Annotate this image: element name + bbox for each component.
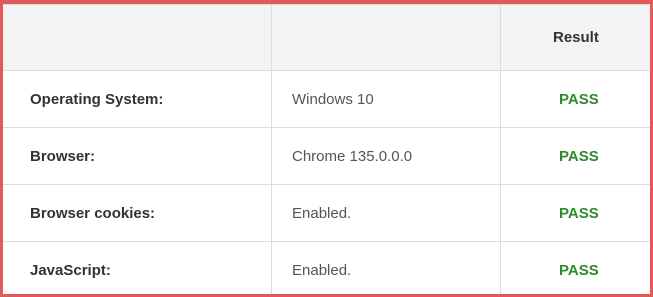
table-row-browser: Browser: Chrome 135.0.0.0 PASS	[3, 127, 650, 185]
row-result-badge: PASS	[500, 241, 650, 294]
row-label: Browser cookies:	[3, 184, 272, 242]
row-label: Operating System:	[3, 70, 272, 128]
header-requirement	[3, 4, 272, 71]
table-row-javascript: JavaScript: Enabled. PASS	[3, 241, 650, 294]
row-value: Chrome 135.0.0.0	[271, 127, 501, 185]
row-value: Windows 10	[271, 70, 501, 128]
table-row-browser-cookies: Browser cookies: Enabled. PASS	[3, 184, 650, 242]
row-label: JavaScript:	[3, 241, 272, 294]
row-value: Enabled.	[271, 241, 501, 294]
row-label: Browser:	[3, 127, 272, 185]
table-row-operating-system: Operating System: Windows 10 PASS	[3, 70, 650, 128]
row-result-badge: PASS	[500, 127, 650, 185]
row-value: Enabled.	[271, 184, 501, 242]
highlighted-requirements-panel: Result Operating System: Windows 10 PASS…	[0, 0, 653, 297]
row-result-badge: PASS	[500, 184, 650, 242]
table-header-row: Result	[3, 4, 650, 71]
header-detected	[271, 4, 501, 71]
header-result: Result	[500, 4, 650, 71]
system-check-table: Result Operating System: Windows 10 PASS…	[3, 4, 650, 294]
row-result-badge: PASS	[500, 70, 650, 128]
